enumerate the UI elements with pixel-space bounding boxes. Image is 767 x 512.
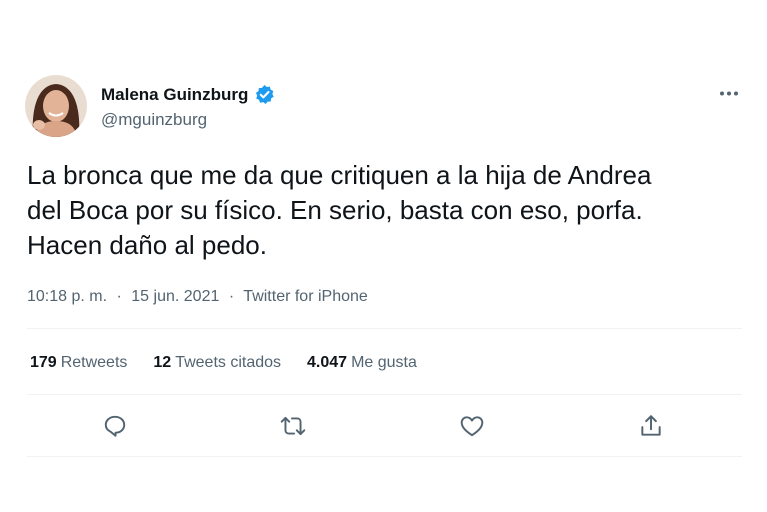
retweets-count: 179 (30, 354, 57, 371)
author-handle[interactable]: @mguinzburg (101, 110, 207, 130)
tweet-text: La bronca que me da que critiquen a la h… (27, 158, 747, 263)
tweet-time[interactable]: 10:18 p. m. (27, 288, 107, 305)
quotes-label: Tweets citados (175, 354, 282, 371)
retweet-icon[interactable] (279, 412, 307, 440)
more-options-icon[interactable] (716, 84, 742, 102)
likes-stat[interactable]: 4.047 Me gusta (307, 354, 417, 372)
retweets-label: Retweets (60, 354, 128, 371)
tweet-date[interactable]: 15 jun. 2021 (131, 288, 219, 305)
tweet-text-line: La bronca que me da que critiquen a la h… (27, 160, 652, 190)
quotes-stat[interactable]: 12 Tweets citados (153, 354, 281, 372)
share-icon[interactable] (637, 412, 665, 440)
verified-badge-icon (254, 84, 275, 105)
tweet-stats: 179 Retweets 12 Tweets citados 4.047 Me gus… (30, 354, 443, 372)
reply-icon[interactable] (101, 412, 129, 440)
author-name-text[interactable]: Malena Guinzburg (101, 85, 248, 105)
divider (27, 328, 742, 329)
meta-separator: · (116, 288, 122, 305)
tweet-card: Malena Guinzburg @mguinzburg La bronca q… (0, 0, 767, 512)
quotes-count: 12 (153, 354, 172, 371)
tweet-meta: 10:18 p. m. · 15 jun. 2021 · Twitter for… (27, 288, 368, 306)
divider (27, 456, 742, 457)
tweet-text-line: Hacen daño al pedo. (27, 230, 267, 260)
divider (27, 394, 742, 395)
meta-separator: · (228, 288, 235, 305)
avatar-photo (25, 75, 87, 137)
likes-count: 4.047 (307, 354, 348, 371)
author-name[interactable]: Malena Guinzburg (101, 84, 275, 105)
retweets-stat[interactable]: 179 Retweets (30, 354, 127, 372)
avatar[interactable] (25, 75, 87, 137)
like-icon[interactable] (458, 412, 486, 440)
tweet-text-line: del Boca por su físico. En serio, basta … (27, 195, 643, 225)
tweet-source[interactable]: Twitter for iPhone (243, 288, 368, 305)
likes-label: Me gusta (351, 354, 417, 371)
